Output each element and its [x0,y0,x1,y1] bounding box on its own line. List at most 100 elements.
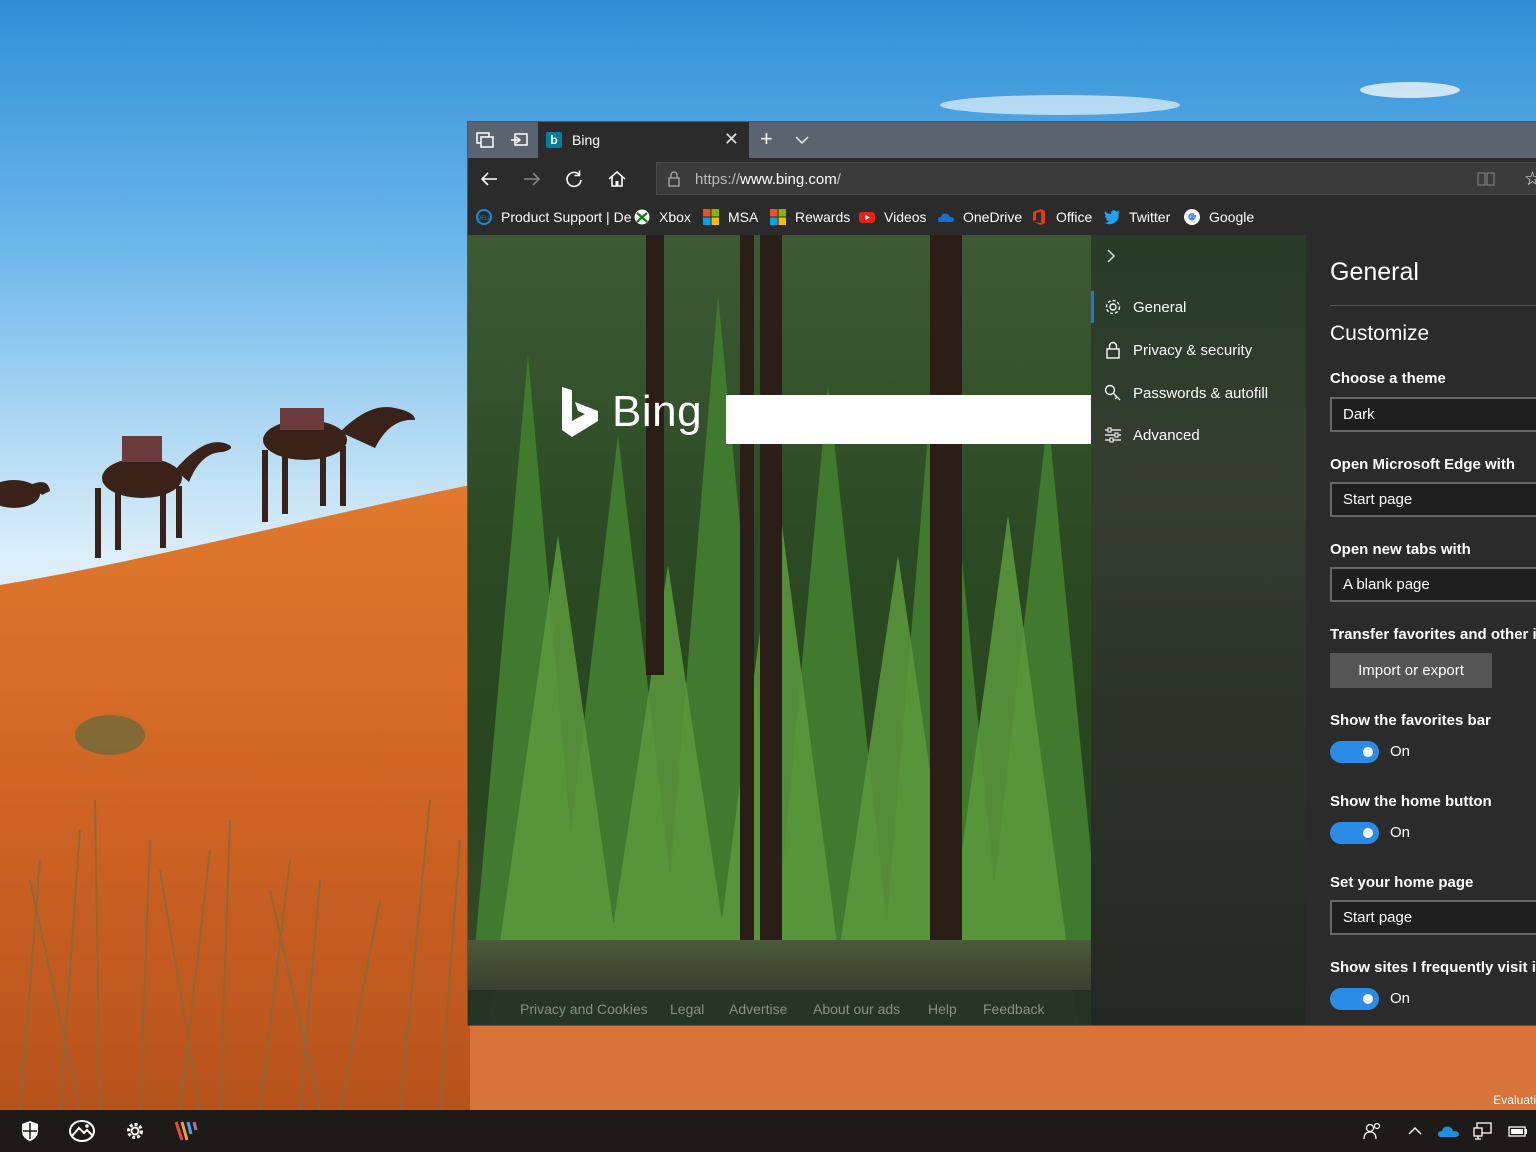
home-button-label: Show the home button [1330,793,1492,810]
favorites-bar: DELL Product Support | De Xbox MSA Rewar… [468,199,1536,235]
footer-link-legal[interactable]: Legal [670,1001,704,1017]
favorite-label: Xbox [659,209,691,225]
transfer-label: Transfer favorites and other ir [1330,626,1536,643]
bing-logo-text: Bing [612,387,703,436]
app-stripes-icon[interactable] [174,1118,200,1144]
settings-general-panel: General Customize Choose a theme Dark Op… [1306,235,1536,1025]
gear-icon[interactable] [122,1118,148,1144]
forest-background [468,235,1091,1025]
footer-link-about-ads[interactable]: About our ads [813,1001,900,1017]
home-icon[interactable] [604,166,630,192]
settings-nav: General Privacy & security Passwords & a… [1091,235,1306,1025]
address-bar[interactable]: https://www.bing.com/ ☆ [656,162,1536,195]
evaluation-watermark: Evaluati [1493,1093,1536,1107]
network-icon[interactable] [1470,1118,1496,1144]
favorite-google[interactable]: Google [1184,208,1254,226]
bing-search-input[interactable] [726,395,1091,444]
import-export-button[interactable]: Import or export [1330,653,1492,688]
settings-title: General [1330,258,1419,286]
favorite-videos[interactable]: Videos [859,208,927,226]
home-button-toggle[interactable] [1330,822,1379,844]
settings-nav-label: General [1133,298,1187,316]
url-text: https://www.bing.com/ [695,171,841,188]
url-path: / [836,171,841,188]
google-icon [1184,209,1200,225]
footer-link-privacy[interactable]: Privacy and Cookies [520,1001,648,1017]
frequent-sites-toggle[interactable] [1330,988,1379,1010]
new-tabs-dropdown[interactable]: A blank page [1330,567,1536,602]
shield-icon[interactable] [17,1118,43,1144]
favorite-onedrive[interactable]: OneDrive [938,208,1022,226]
reading-view-icon[interactable] [1477,171,1495,192]
settings-nav-passwords[interactable]: Passwords & autofill [1091,373,1306,413]
favorite-label: Twitter [1129,209,1171,225]
favorite-office[interactable]: Office [1031,208,1092,226]
settings-nav-label: Privacy & security [1133,341,1253,359]
onedrive-icon [938,213,954,222]
tabs-aside-icon[interactable] [472,128,498,152]
people-icon[interactable] [1360,1118,1386,1144]
tab-bing[interactable]: b Bing ✕ [538,122,749,158]
lock-icon [667,171,681,192]
customize-heading: Customize [1330,322,1430,345]
office-icon [1033,209,1045,225]
new-tabs-label: Open new tabs with [1330,541,1471,558]
toggle-knob [1363,747,1373,757]
set-tabs-aside-icon[interactable] [506,128,532,152]
bing-footer: Privacy and Cookies Legal Advertise Abou… [468,990,1091,1025]
new-tab-icon[interactable]: + [760,127,773,151]
onedrive-icon[interactable] [1436,1118,1462,1144]
close-tab-icon[interactable]: ✕ [724,129,739,150]
tab-title: Bing [572,132,601,148]
dell-icon: DELL [476,209,492,225]
frequent-sites-label: Show sites I frequently visit ir [1330,959,1536,976]
battery-icon[interactable] [1505,1118,1531,1144]
edge-window: b Bing ✕ + https://www.bing.com/ DELL Pr… [467,121,1536,1026]
favorite-product-support[interactable]: DELL Product Support | De [476,208,631,226]
twitter-icon [1104,210,1120,225]
microsoft-icon [703,209,719,225]
bing-homepage: Bing Privacy and Cookies Legal Advertise… [468,235,1091,1025]
home-button-state: On [1390,824,1411,841]
toggle-knob [1363,828,1373,838]
favorite-label: Product Support | De [501,209,632,225]
favorite-label: OneDrive [963,209,1023,225]
footer-link-feedback[interactable]: Feedback [983,1001,1044,1017]
favorite-label: Videos [884,209,927,225]
collapse-pane-icon[interactable] [1105,247,1117,270]
chevron-down-icon[interactable] [794,128,810,157]
favorite-xbox[interactable]: Xbox [634,208,691,226]
frequent-sites-state: On [1390,990,1411,1007]
favorite-msa[interactable]: MSA [703,208,758,226]
title-divider [1330,305,1536,306]
settings-nav-privacy[interactable]: Privacy & security [1091,330,1306,370]
back-icon[interactable] [476,166,502,192]
settings-nav-advanced[interactable]: Advanced [1091,415,1306,455]
open-with-dropdown[interactable]: Start page [1330,482,1536,517]
url-scheme: https:// [695,171,741,188]
favorites-bar-state: On [1390,743,1411,760]
toggle-knob [1363,994,1373,1004]
home-page-dropdown[interactable]: Start page [1330,900,1536,935]
favorites-bar-toggle[interactable] [1330,741,1379,763]
favorite-twitter[interactable]: Twitter [1104,208,1170,226]
photos-icon[interactable] [69,1118,95,1144]
sliders-icon [1105,427,1121,443]
favorites-bar-label: Show the favorites bar [1330,712,1491,729]
settings-nav-general[interactable]: General [1091,287,1306,327]
open-with-label: Open Microsoft Edge with [1330,456,1516,473]
theme-dropdown[interactable]: Dark [1330,397,1536,432]
forward-icon[interactable] [519,166,545,192]
taskbar [0,1110,1536,1152]
refresh-icon[interactable] [561,166,587,192]
xbox-icon [634,209,650,225]
lock-icon [1106,341,1120,359]
favorite-rewards[interactable]: Rewards [770,208,850,226]
youtube-icon [859,212,875,223]
favorite-star-icon[interactable]: ☆ [1524,168,1536,191]
gear-icon [1105,299,1121,315]
settings-nav-label: Passwords & autofill [1133,384,1269,402]
footer-link-advertise[interactable]: Advertise [729,1001,787,1017]
footer-link-help[interactable]: Help [928,1001,957,1017]
chevron-up-icon[interactable] [1402,1118,1428,1144]
